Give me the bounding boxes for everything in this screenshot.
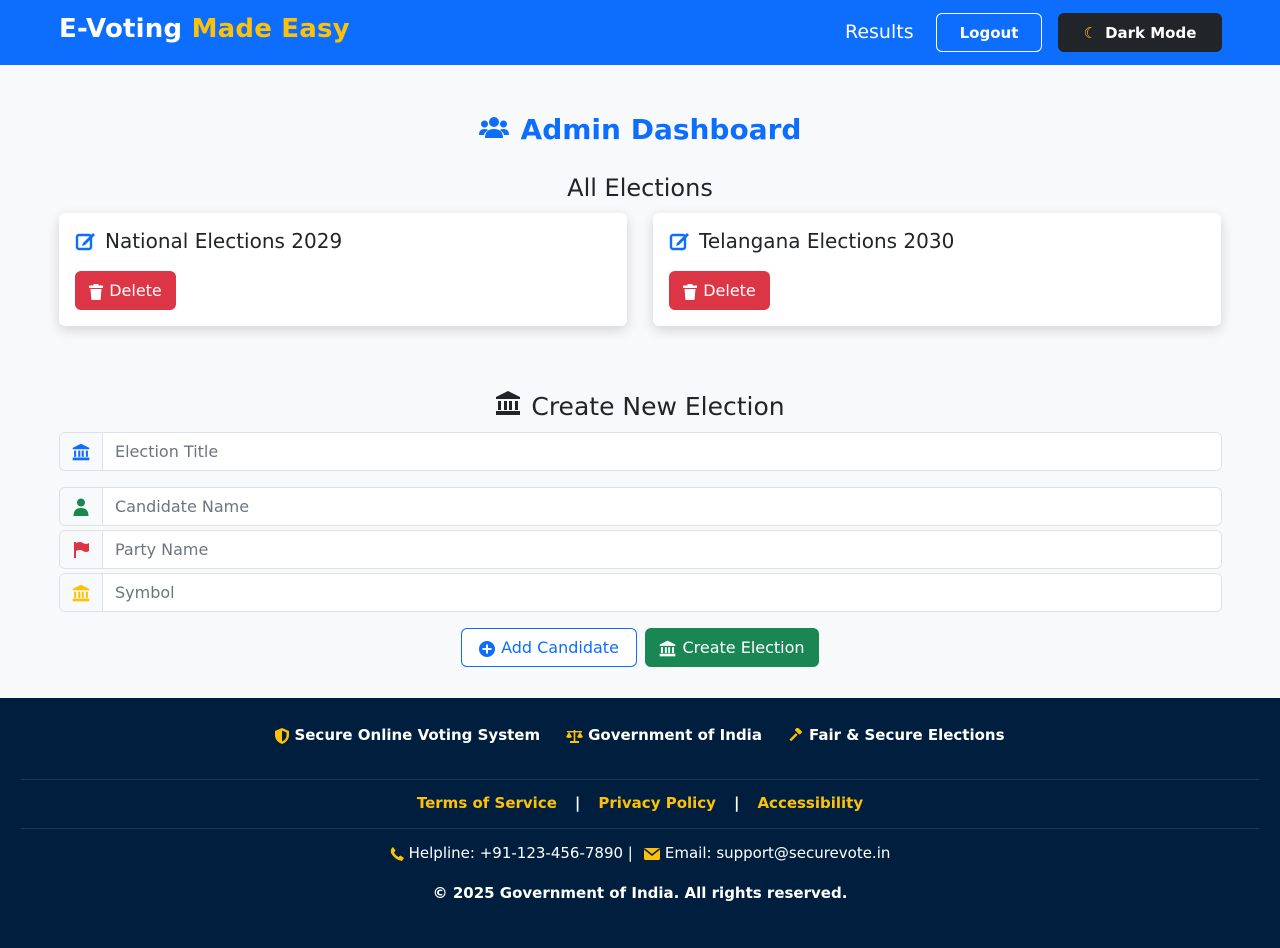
footer-tag: Government of India <box>566 726 762 744</box>
privacy-link[interactable]: Privacy Policy <box>598 794 716 812</box>
footer-tag-text: Fair & Secure Elections <box>808 726 1005 744</box>
footer-divider <box>21 828 1259 829</box>
footer-links: Terms of Service | Privacy Policy | Acce… <box>0 794 1280 812</box>
delete-election-button[interactable]: Delete <box>669 271 770 310</box>
page-title: Admin Dashboard <box>0 113 1280 148</box>
election-card: National Elections 2029 Delete <box>59 213 627 326</box>
brand-logo[interactable]: E-Voting Made Easy <box>59 14 350 44</box>
election-title-input[interactable] <box>103 433 1221 470</box>
footer-divider <box>21 779 1259 780</box>
party-name-group <box>59 530 1222 569</box>
plus-circle-icon <box>479 638 496 657</box>
candidate-name-input[interactable] <box>103 488 1221 525</box>
logout-button[interactable]: Logout <box>936 13 1042 52</box>
election-card-title: Telangana Elections 2030 <box>669 229 954 253</box>
landmark-icon <box>659 638 676 657</box>
footer-contact: Helpline: +91-123-456-7890 | Email: supp… <box>0 844 1280 862</box>
create-election-button[interactable]: Create Election <box>645 628 819 667</box>
footer-tag-text: Government of India <box>588 726 762 744</box>
delete-election-button[interactable]: Delete <box>75 271 176 310</box>
accessibility-link[interactable]: Accessibility <box>757 794 863 812</box>
envelope-icon <box>643 844 660 862</box>
trash-icon <box>683 281 698 300</box>
dark-mode-button[interactable]: ☾ Dark Mode <box>1058 13 1222 52</box>
party-name-input[interactable] <box>103 531 1221 568</box>
create-election-heading: Create New Election <box>0 390 1280 424</box>
logout-label: Logout <box>959 23 1019 42</box>
create-election-label: Create Election <box>682 638 805 657</box>
terms-link[interactable]: Terms of Service <box>417 794 557 812</box>
symbol-input[interactable] <box>103 574 1221 611</box>
brand-primary: E-Voting <box>59 14 183 44</box>
footer-tag: Fair & Secure Elections <box>788 726 1005 744</box>
elections-heading: All Elections <box>567 174 713 202</box>
landmark-icon <box>60 433 103 470</box>
candidate-name-group <box>59 487 1222 526</box>
scale-icon <box>566 726 584 744</box>
footer-separator: | <box>574 794 581 812</box>
election-name: National Elections 2029 <box>105 229 343 253</box>
footer-tags: Secure Online Voting System Government o… <box>0 726 1280 744</box>
footer-tag-text: Secure Online Voting System <box>294 726 541 744</box>
gavel-icon <box>788 726 804 744</box>
helpline-text: Helpline: +91-123-456-7890 | <box>408 844 633 862</box>
election-card: Telangana Elections 2030 Delete <box>653 213 1221 326</box>
copyright: © 2025 Government of India. All rights r… <box>432 884 848 902</box>
user-icon <box>60 488 103 525</box>
election-title-group <box>59 432 1222 471</box>
delete-label: Delete <box>703 281 756 300</box>
page-title-text: Admin Dashboard <box>520 113 802 146</box>
users-icon <box>478 113 509 146</box>
navbar: E-Voting Made Easy Results Logout ☾ Dark… <box>0 0 1280 65</box>
brand-accent: Made Easy <box>191 14 350 44</box>
edit-icon[interactable] <box>669 230 691 252</box>
dark-mode-label: Dark Mode <box>1105 23 1197 42</box>
results-link[interactable]: Results <box>845 21 914 43</box>
footer: Secure Online Voting System Government o… <box>0 698 1280 948</box>
edit-icon[interactable] <box>75 230 97 252</box>
landmark-icon <box>495 390 521 422</box>
phone-icon <box>390 844 404 862</box>
footer-separator: | <box>733 794 740 812</box>
email-text[interactable]: Email: support@securevote.in <box>665 844 891 862</box>
create-election-heading-text: Create New Election <box>531 392 785 421</box>
delete-label: Delete <box>109 281 162 300</box>
symbol-group <box>59 573 1222 612</box>
election-name: Telangana Elections 2030 <box>699 229 955 253</box>
add-candidate-button[interactable]: Add Candidate <box>461 628 637 667</box>
add-candidate-label: Add Candidate <box>501 638 619 657</box>
flag-icon <box>60 531 103 568</box>
landmark-icon <box>60 574 103 611</box>
moon-icon: ☾ <box>1083 23 1098 42</box>
footer-tag: Secure Online Voting System <box>275 726 540 744</box>
election-card-title: National Elections 2029 <box>75 229 342 253</box>
shield-icon <box>275 726 290 744</box>
trash-icon <box>89 281 104 300</box>
